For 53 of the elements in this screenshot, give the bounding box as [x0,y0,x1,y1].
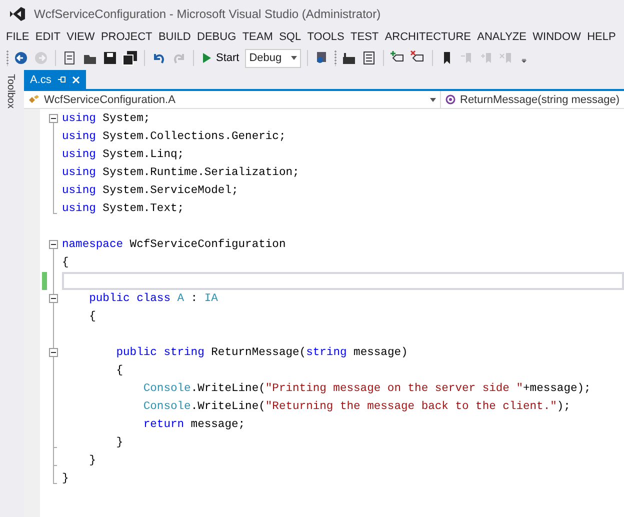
menu-item[interactable]: WINDOW [532,31,581,43]
caret-icon [430,98,436,102]
close-icon[interactable] [72,76,80,84]
code-line: } [115,437,124,449]
code-line: { [88,311,96,323]
menu-item[interactable]: TEST [350,31,379,43]
save-all-icon[interactable] [122,50,138,66]
code-line: { [115,365,124,377]
menu-item[interactable]: EDIT [35,31,60,43]
code-line: } [62,473,69,485]
configuration-dropdown[interactable]: Debug [245,48,302,68]
play-icon [202,52,212,64]
menu-item[interactable]: ANALYZE [477,31,526,43]
menu-item[interactable]: DEBUG [197,31,236,43]
menu-item[interactable]: HELP [587,31,616,43]
menu-item[interactable]: VIEW [66,31,95,43]
collapse-icon[interactable] [49,240,58,249]
window-title: WcfServiceConfiguration - Microsoft Visual Studio (Administrator) [34,7,381,21]
code-line: return message; [142,419,246,431]
file-tab[interactable]: A.cs [24,70,86,89]
code-line: namespace WcfServiceConfiguration [62,239,286,251]
code-line: Console.WriteLine("Returning the message back to the client."); [142,401,570,413]
code-line: using System.Runtime.Serialization; [62,167,300,179]
save-icon[interactable] [102,50,118,66]
toolbox-tab[interactable]: Toolbox [6,74,16,108]
code-line: using System.Linq; [62,149,184,161]
code-line: using System.Text; [62,203,184,215]
menu-item[interactable]: ARCHITECTURE [384,31,471,43]
properties-icon[interactable] [361,50,378,66]
menu-item[interactable]: BUILD [158,31,191,43]
app-logo-icon [8,6,26,22]
collapse-icon[interactable] [49,294,58,303]
code-line: public string ReturnMessage(string message) [115,347,408,359]
menu-item[interactable]: TOOLS [307,31,344,43]
code-line: using System.Collections.Generic; [62,131,286,143]
code-line: using System; [62,113,150,125]
code-line: { [62,257,69,269]
code-line: public class A : IA [88,293,218,305]
pin-icon[interactable] [57,75,66,84]
method-icon [445,94,456,105]
collapse-icon[interactable] [49,348,58,357]
code-line: using System.ServiceModel; [62,185,238,197]
caret-icon [291,56,298,60]
start-button[interactable]: Start [200,52,242,64]
menu-item[interactable]: TEAM [242,31,273,43]
menu-item[interactable]: PROJECT [100,31,152,43]
back-icon[interactable] [13,50,29,66]
collapse-icon[interactable] [49,114,58,123]
code-line: } [88,455,96,467]
code-line: Console.WriteLine("Printing message on the server side "+message); [142,383,591,395]
menu-item[interactable]: SQL [279,31,302,43]
menu-item[interactable]: FILE [6,31,30,43]
class-icon [28,94,40,106]
